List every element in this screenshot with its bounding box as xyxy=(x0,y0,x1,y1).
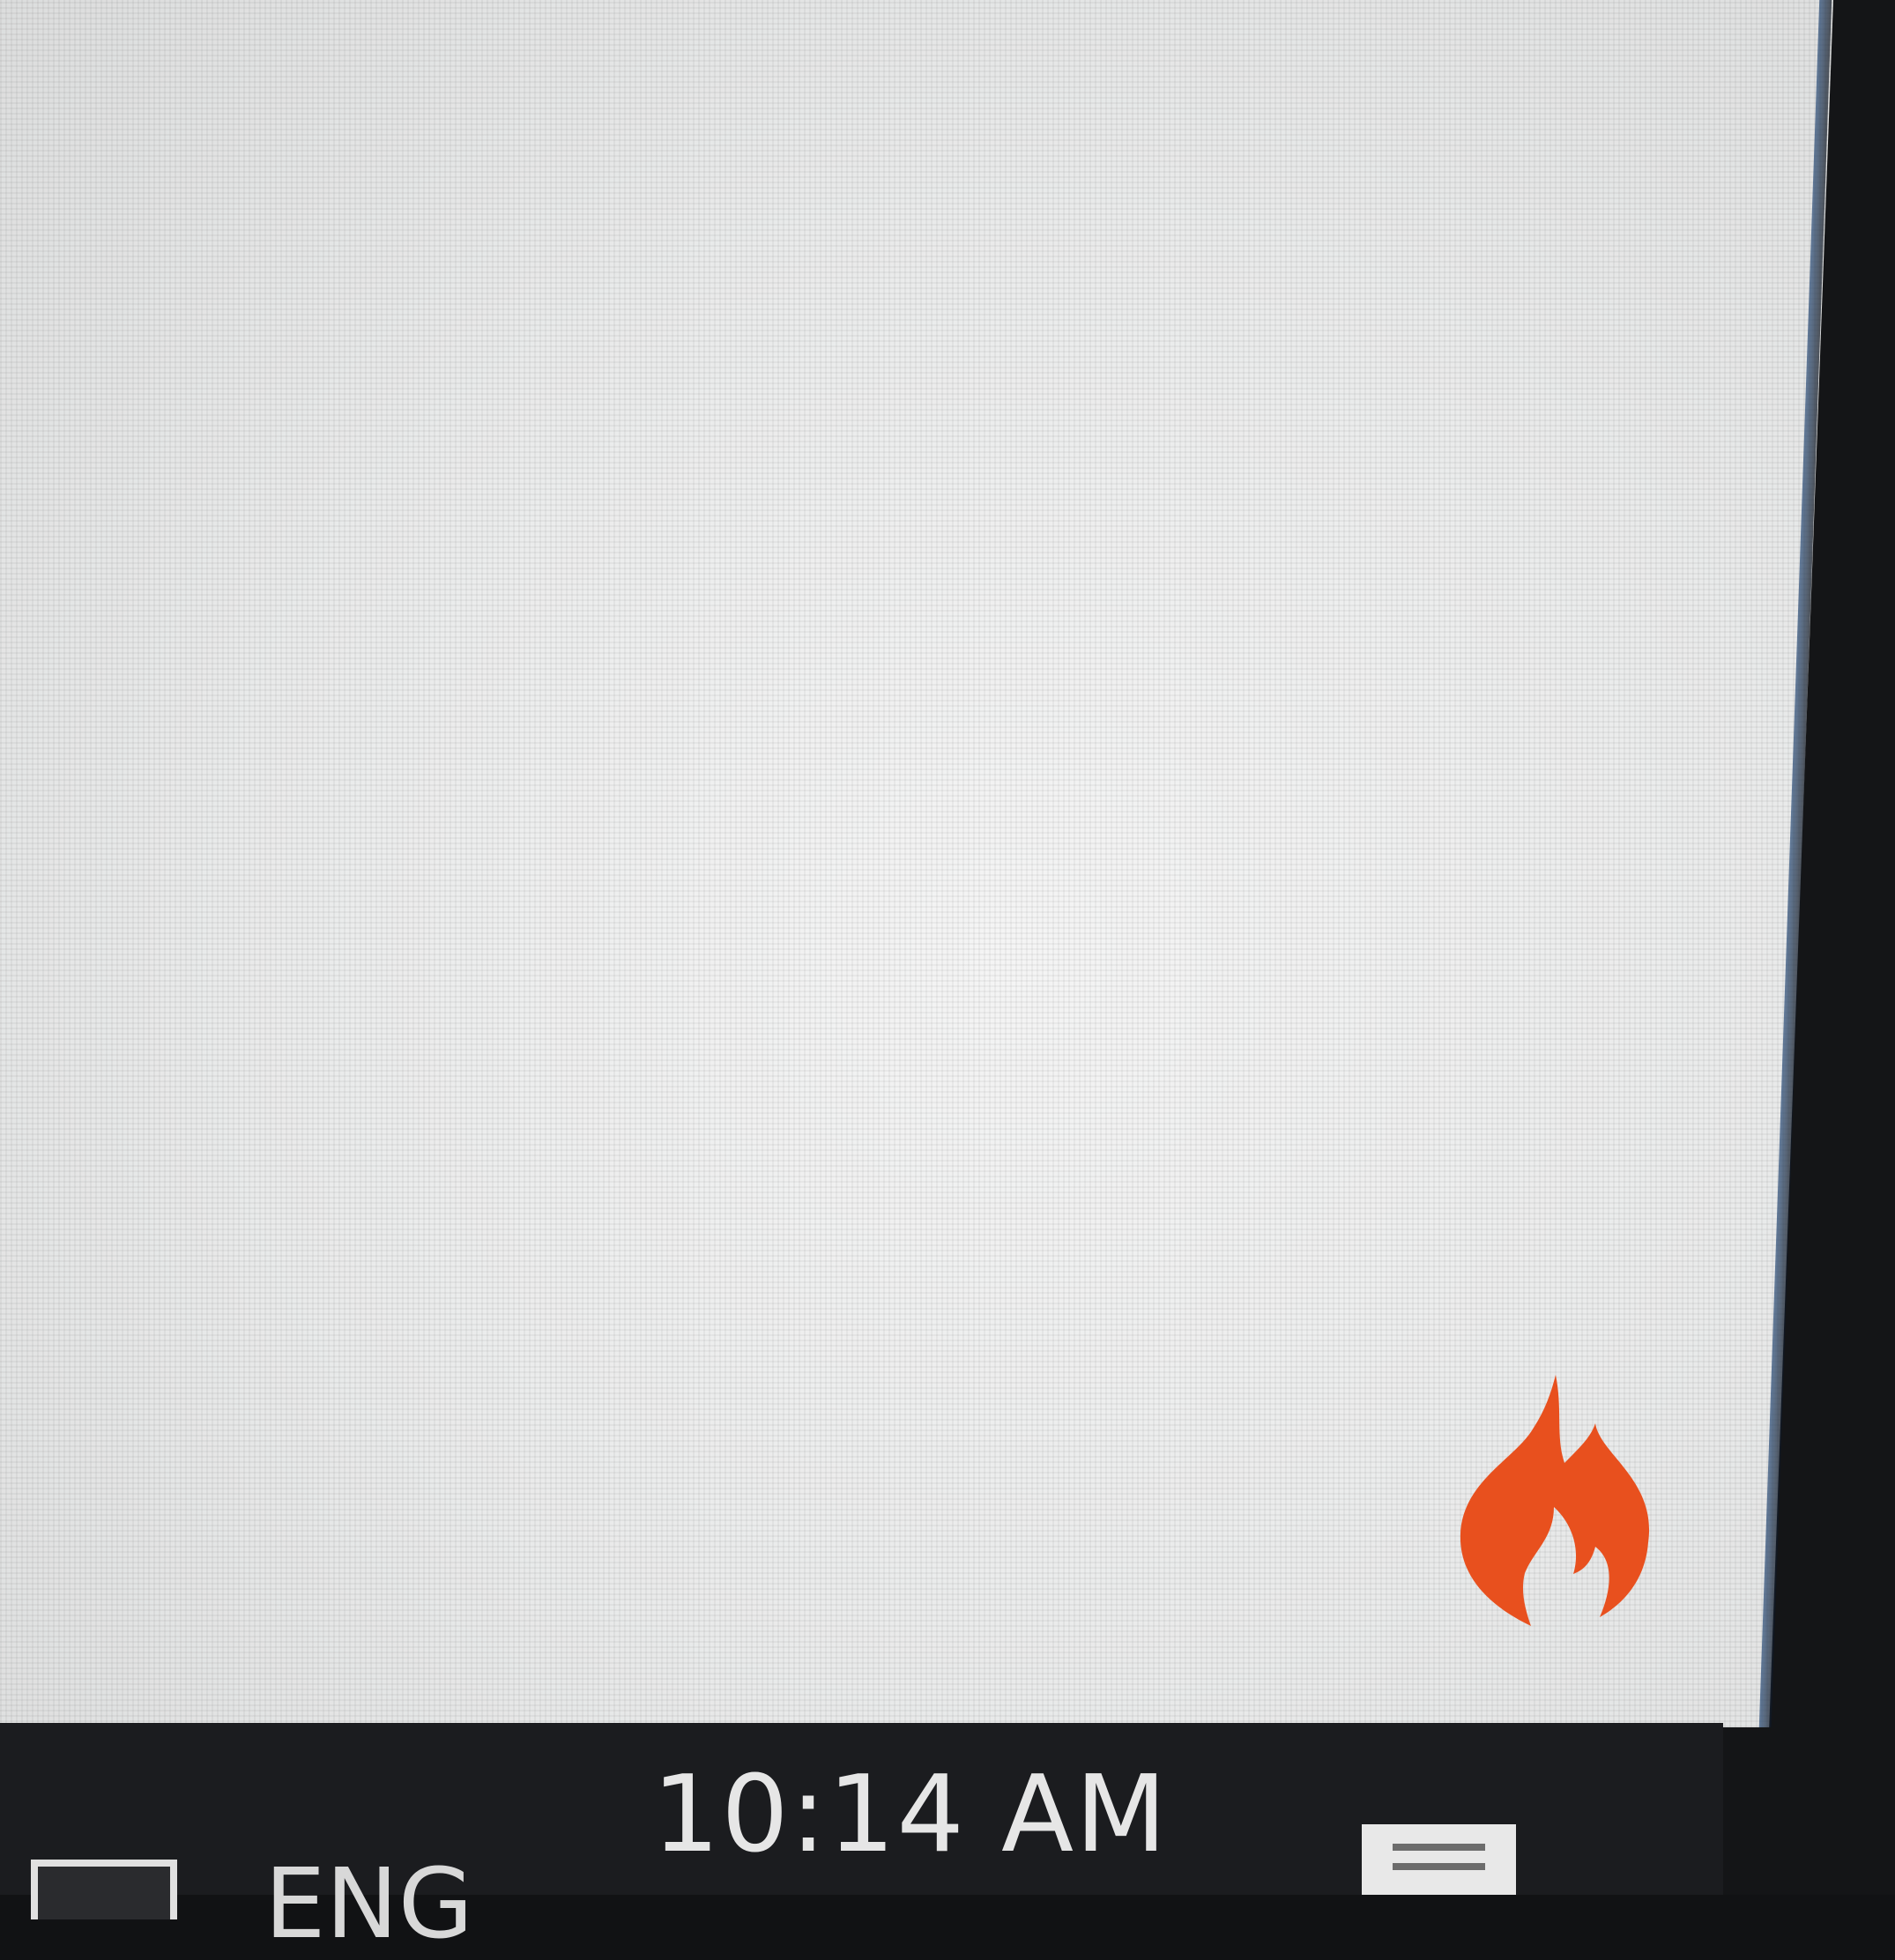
language-indicator[interactable]: ENG xyxy=(264,1855,473,1952)
task-view-icon[interactable] xyxy=(31,1860,177,1919)
flame-icon[interactable] xyxy=(1450,1375,1661,1630)
notification-icon-line xyxy=(1393,1844,1485,1851)
taskbar-clock[interactable]: 10:14 AM xyxy=(652,1763,1169,1868)
notification-icon-line xyxy=(1393,1863,1485,1870)
notification-icon[interactable] xyxy=(1362,1824,1516,1895)
